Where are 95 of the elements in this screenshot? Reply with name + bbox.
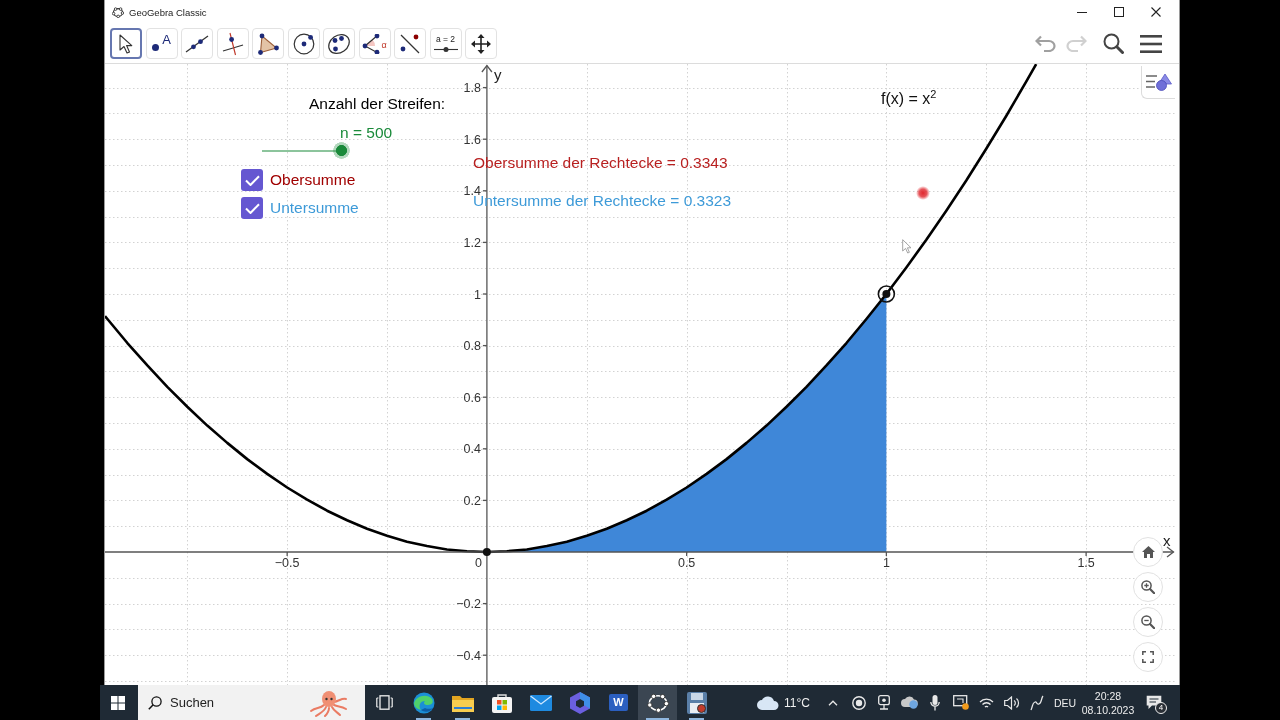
taskbar-app-button[interactable] — [638, 685, 677, 720]
notifications-button[interactable]: 4 — [1136, 685, 1172, 720]
minimize-icon — [1076, 11, 1087, 13]
axis-tick-label: 1 — [473, 287, 481, 302]
axis-tick-label: 1.8 — [463, 81, 481, 96]
fullscreen-button[interactable] — [1133, 642, 1163, 672]
axis-tick-label: 1.6 — [463, 132, 481, 147]
axis-tick-label: −0.4 — [456, 648, 481, 663]
angle-icon — [362, 33, 381, 54]
webcam-icon[interactable] — [878, 695, 891, 710]
tool-button[interactable] — [110, 28, 142, 59]
search-icon — [148, 695, 162, 710]
pointer-highlight-icon — [916, 186, 930, 200]
axis-tick-label: 1.2 — [463, 235, 481, 250]
axis-label: x — [1163, 532, 1171, 549]
squiggle-icon[interactable] — [1030, 694, 1045, 711]
window-panes-icon — [111, 695, 125, 710]
zoom-out-icon — [1141, 615, 1155, 629]
close-icon — [1150, 7, 1161, 17]
perpendicular-lines-icon — [221, 31, 244, 56]
dot-icon — [152, 44, 160, 51]
origin-label: 0 — [474, 556, 482, 570]
undo-icon — [1035, 35, 1057, 52]
search-bar[interactable]: Suchen — [138, 685, 365, 720]
cloud-icon — [757, 695, 779, 710]
lines-and-shapes-icon — [1145, 73, 1172, 91]
ringed-point-icon — [877, 285, 896, 303]
cloud-sync-icon[interactable] — [900, 696, 919, 709]
fullscreen-icon — [1142, 651, 1154, 663]
line-with-points-icon — [399, 32, 421, 55]
search-icon — [1102, 33, 1124, 54]
axis-tick-label: 0.8 — [463, 339, 481, 354]
wifi-icon[interactable] — [978, 696, 994, 709]
tool-button[interactable]: A — [145, 28, 178, 59]
checkbox-label: Untersumme — [270, 199, 359, 217]
axis-tick-label: −0.5 — [274, 556, 300, 570]
axis-label: y — [493, 66, 502, 83]
ellipse-icon — [327, 32, 351, 55]
input-language-button[interactable]: DEU — [1050, 685, 1080, 720]
slider-icon — [433, 47, 458, 52]
swirl-icon — [412, 691, 435, 714]
redo-icon — [1065, 35, 1087, 52]
line-through-points-icon — [185, 34, 209, 53]
home-button[interactable] — [1133, 537, 1163, 567]
axis-tick-label: 1 — [882, 556, 890, 570]
axis-tick-label: 0.4 — [463, 442, 481, 457]
mouse-pointer-icon — [902, 239, 912, 254]
triangle-icon — [257, 32, 279, 55]
search-input[interactable]: Suchen — [170, 695, 306, 710]
point-icon — [482, 548, 491, 556]
envelope-icon — [529, 694, 552, 711]
tool-button[interactable]: α — [358, 28, 391, 59]
function-label: f(x) = x$^{2}$ — [881, 87, 937, 110]
circle-with-center-icon — [292, 32, 315, 55]
folder-icon — [451, 693, 474, 712]
tool-button[interactable]: a = 2 — [429, 28, 462, 59]
axis-tick-label: 1.5 — [1077, 556, 1095, 570]
zoom-out-button[interactable] — [1133, 607, 1163, 637]
checkbox[interactable] — [241, 169, 263, 191]
hexagon-icon — [569, 691, 590, 714]
menu-icon — [1140, 34, 1162, 53]
monitor-icon[interactable] — [952, 695, 969, 710]
speaker-icon[interactable] — [1003, 695, 1020, 710]
checkmark-icon — [244, 174, 260, 186]
pointer-arrow-icon — [119, 33, 133, 54]
notification-badge: 4 — [1155, 702, 1167, 714]
axis-tick-label: 0.5 — [677, 556, 696, 570]
zoom-in-button[interactable] — [1133, 572, 1163, 602]
axis-tick-label: 0.2 — [463, 493, 481, 508]
checkbox[interactable] — [241, 197, 263, 219]
style-bar-button[interactable] — [1141, 66, 1175, 99]
home-icon — [1141, 546, 1155, 558]
ellipse-points-icon — [112, 6, 124, 18]
octopus-icon — [308, 688, 348, 717]
slider-thumb[interactable] — [333, 142, 350, 159]
axis-tick-label: −0.2 — [456, 597, 481, 612]
clock-button[interactable]: 20:28 08.10.2023 — [1080, 685, 1136, 720]
stacked-windows-icon — [376, 695, 393, 710]
canvas-text: Anzahl der Streifen: — [309, 95, 446, 113]
ellipse-points-icon — [646, 692, 669, 713]
axis-tick-label: 0.6 — [463, 390, 481, 405]
checkbox-label: Obersumme — [270, 171, 356, 189]
record-icon[interactable] — [851, 695, 866, 710]
slider-label: n = 500 — [340, 124, 393, 142]
shopping-bag-icon — [491, 692, 512, 713]
weather-button[interactable]: 11°C — [757, 685, 815, 720]
checkmark-icon — [244, 202, 260, 214]
four-way-arrow-icon — [471, 33, 491, 54]
microphone-icon[interactable] — [930, 694, 941, 711]
chevron-up-icon[interactable] — [828, 699, 839, 706]
zoom-in-icon — [1141, 580, 1155, 594]
taskbar-app-button[interactable]: W — [599, 685, 638, 720]
window-title: GeoGebra Classic — [129, 6, 207, 18]
maximize-icon — [1113, 7, 1124, 17]
letter-tile: W — [609, 694, 628, 711]
